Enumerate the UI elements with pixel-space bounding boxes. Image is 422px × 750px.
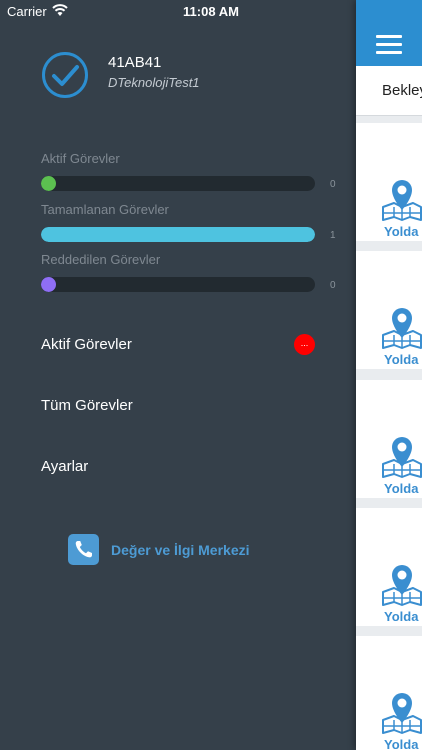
side-drawer: 41AB41 DTeknolojiTest1 Aktif Görevler 0 …: [0, 22, 356, 750]
map-pin-icon: [382, 436, 422, 478]
task-status: Yolda: [384, 609, 419, 624]
completed-tasks-stat-label: Tamamlanan Görevler: [41, 202, 169, 217]
map-pin-icon: [382, 564, 422, 606]
main-content-panel[interactable]: Bekley Yolda Yolda Yolda Yolda Yolda: [356, 0, 422, 750]
active-tasks-progress: [41, 176, 315, 191]
map-pin-icon: [382, 307, 422, 349]
phone-icon[interactable]: [68, 534, 99, 565]
task-card[interactable]: Yolda: [356, 636, 422, 750]
map-pin-icon: [382, 179, 422, 221]
completed-tasks-progress: [41, 227, 315, 242]
menu-item-active-tasks[interactable]: Aktif Görevler: [41, 336, 132, 353]
task-status: Yolda: [384, 481, 419, 496]
active-tasks-badge: ...: [294, 334, 315, 355]
user-name: 41AB41: [108, 54, 162, 71]
hamburger-menu-icon[interactable]: [376, 35, 402, 55]
check-circle-icon: [42, 52, 88, 98]
tab-waiting[interactable]: Bekley: [382, 82, 422, 99]
completed-tasks-count: 1: [330, 230, 336, 241]
map-pin-icon: [382, 692, 422, 734]
support-center-link[interactable]: Değer ve İlgi Merkezi: [111, 542, 250, 558]
task-card[interactable]: Yolda: [356, 251, 422, 369]
active-tasks-count: 0: [330, 179, 336, 190]
rejected-tasks-count: 0: [330, 280, 336, 291]
user-organization: DTeknolojiTest1: [108, 75, 200, 90]
task-status: Yolda: [384, 737, 419, 750]
tab-bar: Bekley: [356, 66, 422, 116]
rejected-tasks-stat-label: Reddedilen Görevler: [41, 252, 161, 267]
menu-item-all-tasks[interactable]: Tüm Görevler: [41, 397, 133, 414]
task-card[interactable]: Yolda: [356, 380, 422, 498]
task-card[interactable]: Yolda: [356, 123, 422, 241]
rejected-tasks-progress-fill: [41, 277, 56, 292]
active-tasks-stat-label: Aktif Görevler: [41, 151, 120, 166]
task-status: Yolda: [384, 224, 419, 239]
task-status: Yolda: [384, 352, 419, 367]
nav-bar: [356, 0, 422, 66]
active-tasks-progress-fill: [41, 176, 56, 191]
menu-item-settings[interactable]: Ayarlar: [41, 458, 88, 475]
completed-tasks-progress-fill: [41, 227, 315, 242]
rejected-tasks-progress: [41, 277, 315, 292]
task-card[interactable]: Yolda: [356, 508, 422, 626]
